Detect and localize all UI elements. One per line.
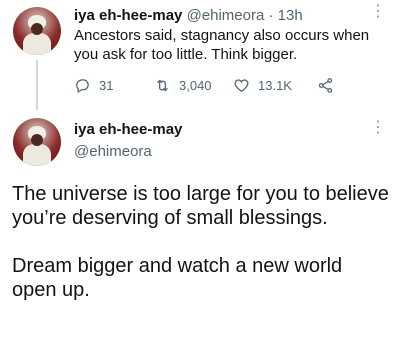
share-icon — [318, 77, 333, 93]
reply-icon — [76, 78, 89, 93]
tweet-paragraph: The universe is too large for you to bel… — [12, 183, 389, 229]
tweet-text: Ancestors said, stagnancy also occurs wh… — [74, 27, 370, 63]
like-count: 13.1K — [258, 77, 292, 93]
tweet-paragraph: Dream bigger and watch a new world open … — [12, 255, 343, 301]
tweet-body: The universe is too large for you to bel… — [12, 182, 392, 302]
user-handle[interactable]: @ehimeora — [187, 7, 265, 24]
timestamp[interactable]: 13h — [278, 7, 303, 24]
avatar[interactable] — [13, 7, 61, 55]
more-options-icon[interactable]: ⋮ — [370, 4, 386, 20]
avatar-face — [31, 134, 43, 146]
separator-dot: · — [268, 7, 274, 24]
reply-button[interactable]: 31 — [74, 75, 113, 95]
retweet-icon — [157, 79, 168, 91]
display-name[interactable]: iya eh-hee-may — [74, 7, 182, 24]
heart-icon — [234, 78, 249, 92]
retweet-count: 3,040 — [179, 77, 212, 93]
retweet-button[interactable]: 3,040 — [154, 75, 212, 95]
avatar-body — [23, 144, 51, 166]
avatar-body — [23, 33, 51, 55]
reply-count: 31 — [99, 77, 114, 93]
user-handle[interactable]: @ehimeora — [74, 143, 152, 161]
tweet-actions: 31 3,040 13.1K — [74, 75, 374, 95]
reply-tweet[interactable]: iya eh-hee-may @ehimeora · 13h ⋮ Ancesto… — [0, 0, 400, 110]
avatar-face — [31, 23, 43, 35]
more-options-icon[interactable]: ⋮ — [370, 120, 386, 136]
tweet-header: iya eh-hee-may @ehimeora · 13h — [74, 7, 303, 25]
avatar[interactable] — [13, 118, 61, 166]
display-name[interactable]: iya eh-hee-may — [74, 121, 182, 139]
share-button[interactable] — [317, 75, 342, 95]
thread-line — [36, 60, 38, 110]
like-button[interactable]: 13.1K — [233, 75, 292, 95]
